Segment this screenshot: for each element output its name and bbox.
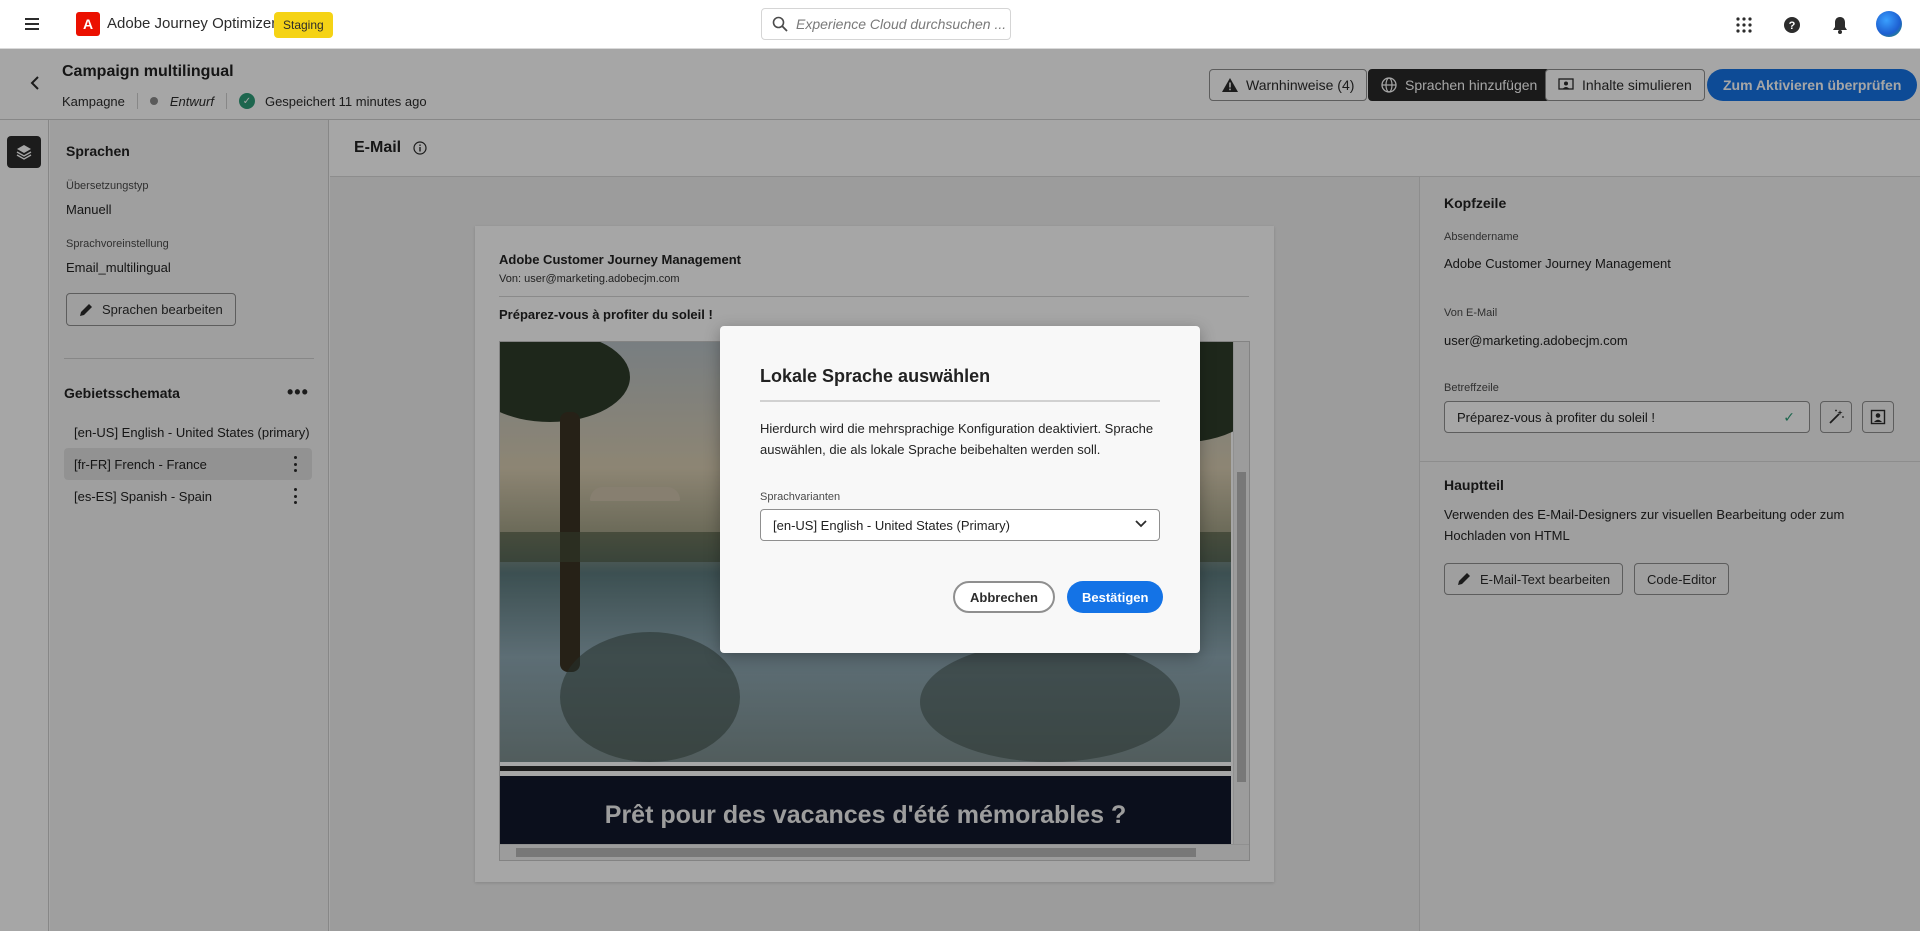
confirm-button[interactable]: Bestätigen bbox=[1067, 581, 1164, 613]
top-nav: A Adobe Journey Optimizer Staging Experi… bbox=[0, 0, 1920, 49]
help-icon[interactable]: ? bbox=[1780, 13, 1804, 37]
dialog-title: Lokale Sprache auswählen bbox=[760, 366, 991, 386]
adobe-logo[interactable]: A bbox=[76, 12, 100, 36]
language-variants-select[interactable]: [en-US] English - United States (Primary… bbox=[760, 509, 1160, 541]
select-local-language-dialog: Lokale Sprache auswählen Hierdurch wird … bbox=[720, 326, 1200, 653]
search-input[interactable]: Experience Cloud durchsuchen ... bbox=[761, 8, 1011, 40]
cancel-button[interactable]: Abbrechen bbox=[953, 581, 1055, 613]
user-avatar[interactable] bbox=[1876, 11, 1902, 37]
apps-grid-icon[interactable] bbox=[1732, 13, 1756, 37]
selected-language: [en-US] English - United States (Primary… bbox=[773, 517, 1010, 533]
menu-icon[interactable] bbox=[20, 14, 44, 34]
chevron-down-icon bbox=[1135, 520, 1147, 528]
dialog-description: Hierdurch wird die mehrsprachige Konfigu… bbox=[760, 421, 1154, 457]
search-placeholder: Experience Cloud durchsuchen ... bbox=[796, 16, 1007, 32]
language-variants-label: Sprachvarianten bbox=[760, 491, 841, 503]
notification-bell-icon[interactable] bbox=[1828, 13, 1852, 37]
environment-badge: Staging bbox=[274, 12, 333, 38]
svg-text:?: ? bbox=[1789, 20, 1796, 32]
divider bbox=[760, 400, 1160, 402]
search-icon bbox=[772, 16, 788, 32]
app-name[interactable]: Adobe Journey Optimizer bbox=[107, 15, 276, 32]
